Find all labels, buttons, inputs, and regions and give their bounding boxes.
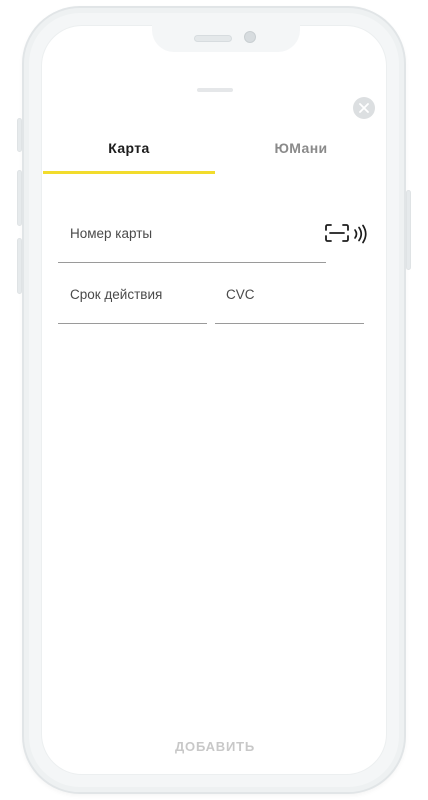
tab-ymoney-label: ЮМани: [274, 140, 328, 156]
add-button[interactable]: ДОБАВИТЬ: [130, 733, 300, 759]
mute-switch: [17, 118, 22, 152]
expiry-date-label: Срок действия: [70, 287, 163, 302]
cvc-label: CVC: [226, 287, 255, 302]
expiry-date-field[interactable]: Срок действия: [58, 270, 207, 324]
card-number-field[interactable]: Номер карты: [58, 210, 326, 263]
card-number-underline: [58, 262, 326, 263]
phone-screen: [42, 26, 386, 774]
active-tab-indicator: [43, 171, 215, 174]
scan-card-icon[interactable]: [325, 224, 349, 242]
close-icon: [359, 103, 369, 113]
sheet-drag-handle[interactable]: [197, 88, 233, 92]
nfc-icon[interactable]: [352, 224, 368, 244]
cvc-underline: [215, 323, 364, 324]
speaker-grille: [194, 35, 232, 42]
volume-up-button: [17, 170, 22, 226]
cvc-field[interactable]: CVC: [215, 270, 364, 324]
front-camera: [244, 31, 256, 43]
stage: Карта ЮМани Номер карты Срок действия CV…: [0, 0, 428, 800]
expiry-date-underline: [58, 323, 207, 324]
tab-card[interactable]: Карта: [43, 140, 215, 174]
tab-card-label: Карта: [108, 140, 150, 156]
close-button[interactable]: [353, 97, 375, 119]
tab-ymoney[interactable]: ЮМани: [215, 140, 387, 174]
volume-down-button: [17, 238, 22, 294]
card-number-label: Номер карты: [70, 226, 153, 241]
power-button: [406, 190, 411, 270]
